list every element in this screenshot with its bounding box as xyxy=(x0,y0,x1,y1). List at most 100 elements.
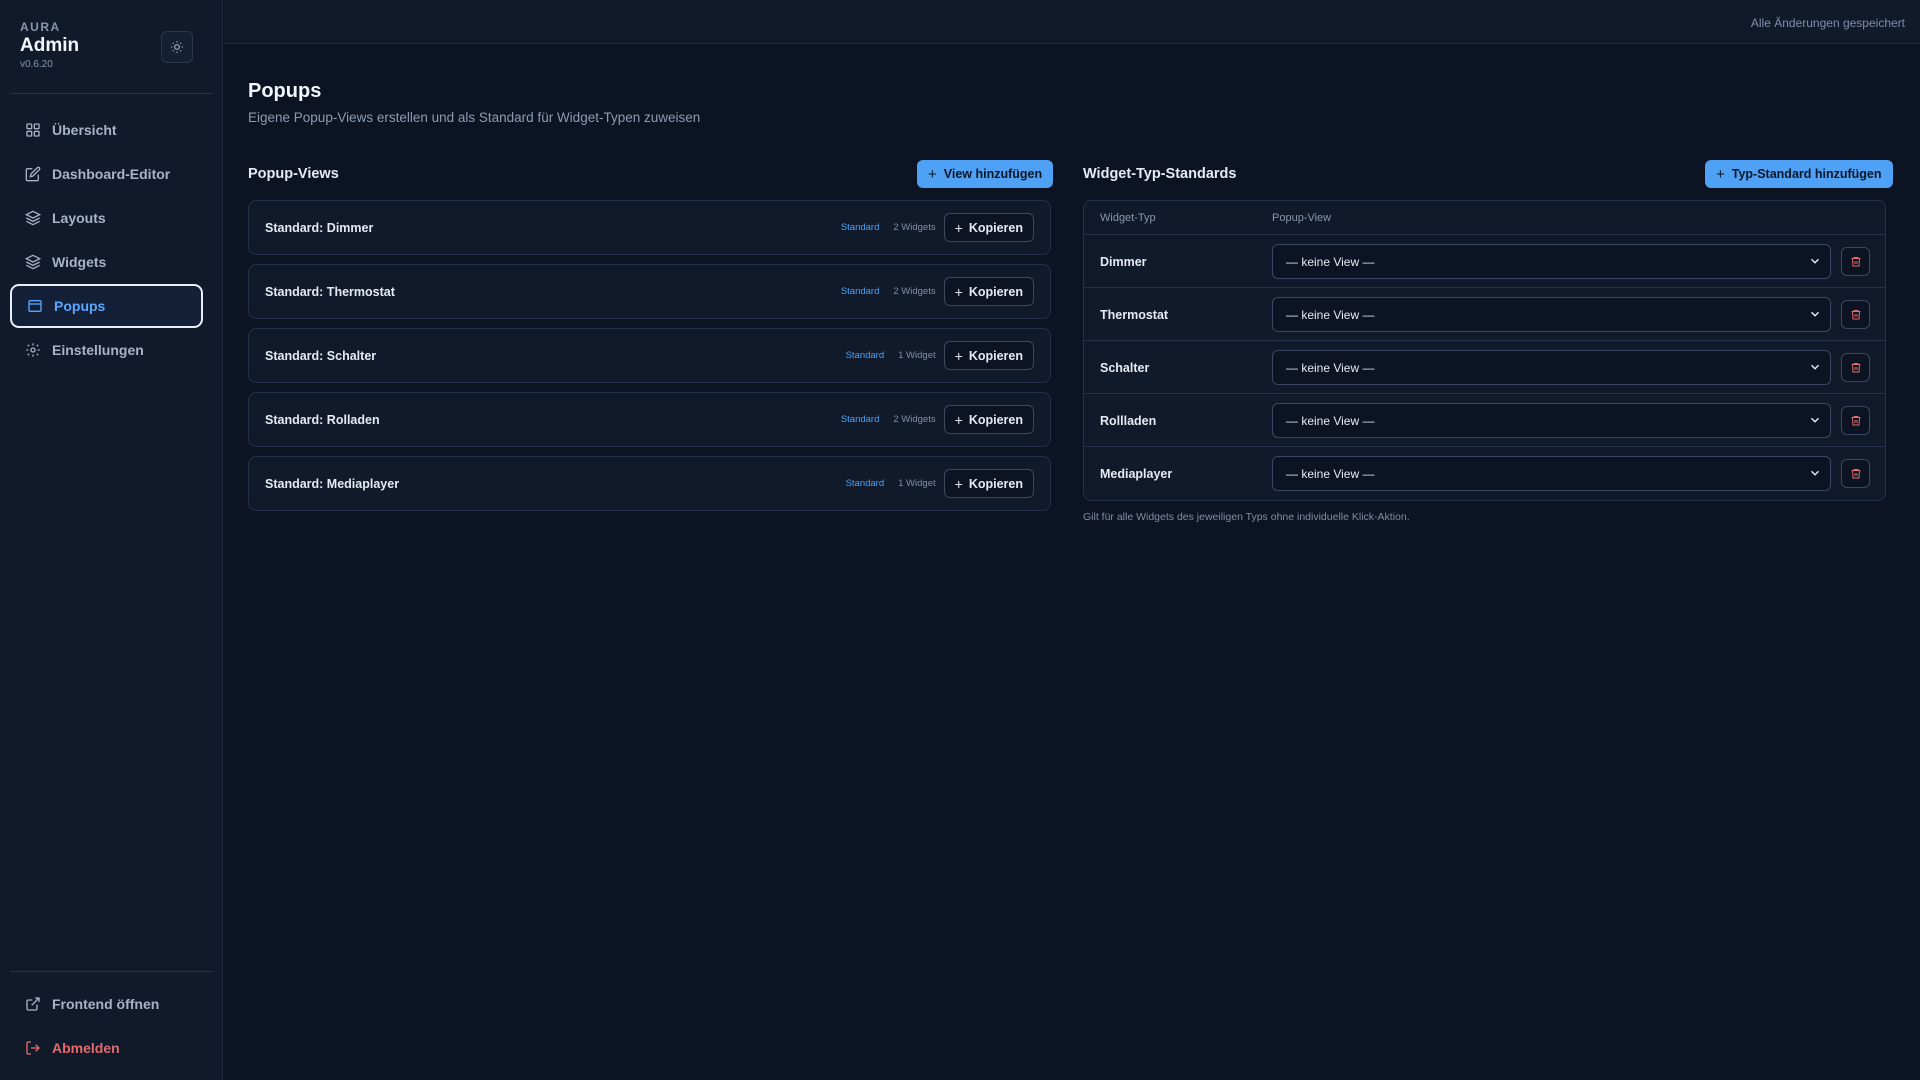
app-version: v0.6.20 xyxy=(20,59,53,70)
trash-icon xyxy=(1851,310,1860,320)
sun-icon xyxy=(171,41,183,53)
delete-button[interactable] xyxy=(1841,300,1870,329)
widget-type-standards-table: Widget-Typ Popup-View Dimmer — keine Vie… xyxy=(1083,200,1886,501)
add-view-button[interactable]: + View hinzufügen xyxy=(917,160,1054,188)
frontend-open-link[interactable]: Frontend öffnen xyxy=(10,982,203,1026)
add-type-standard-label: Typ-Standard hinzufügen xyxy=(1731,167,1882,181)
standard-badge: Standard xyxy=(845,478,885,489)
chevron-down-icon xyxy=(1810,417,1820,423)
sidebar-item-popups[interactable]: Popups xyxy=(10,284,203,328)
copy-button[interactable]: + Kopieren xyxy=(943,405,1034,434)
table-row: Schalter — keine View — xyxy=(1084,341,1885,394)
plus-icon: + xyxy=(954,347,963,364)
layers-icon xyxy=(24,253,42,271)
widget-type-cell: Rollladen xyxy=(1100,414,1157,428)
popup-view-card[interactable]: Standard: Schalter Standard 1 Widget + K… xyxy=(248,328,1051,383)
sidebar-item-label: Einstellungen xyxy=(52,342,144,358)
popup-view-select[interactable]: — keine View — xyxy=(1272,244,1831,279)
copy-button[interactable]: + Kopieren xyxy=(943,341,1034,370)
select-value: — keine View — xyxy=(1286,466,1375,481)
widget-type-standards-title: Widget-Typ-Standards xyxy=(1083,166,1237,182)
widget-type-cell: Schalter xyxy=(1100,361,1150,375)
widget-count: 1 Widget xyxy=(898,478,936,489)
page-title: Popups xyxy=(248,80,322,102)
sidebar-bottom-nav: Frontend öffnen Abmelden xyxy=(10,982,203,1070)
popup-view-list: Standard: Dimmer Standard 2 Widgets + Ko… xyxy=(248,200,1051,520)
select-value: — keine View — xyxy=(1286,254,1375,269)
widget-type-cell: Thermostat xyxy=(1100,308,1169,322)
trash-icon xyxy=(1851,363,1860,373)
popup-view-name: Standard: Mediaplayer xyxy=(265,476,400,491)
plus-icon: + xyxy=(954,283,963,300)
sidebar-item-dashboard-editor[interactable]: Dashboard-Editor xyxy=(10,152,203,196)
add-view-label: View hinzufügen xyxy=(943,167,1043,181)
copy-label: Kopieren xyxy=(968,348,1023,363)
widget-type-cell: Mediaplayer xyxy=(1100,467,1173,481)
copy-button[interactable]: + Kopieren xyxy=(943,469,1034,498)
plus-icon: + xyxy=(954,411,963,428)
sidebar-item-label: Dashboard-Editor xyxy=(52,166,171,182)
table-row: Dimmer — keine View — xyxy=(1084,235,1885,288)
sidebar-item-widgets[interactable]: Widgets xyxy=(10,240,203,284)
layers-icon xyxy=(24,209,42,227)
popup-view-select[interactable]: — keine View — xyxy=(1272,403,1831,438)
sidebar-item-einstellungen[interactable]: Einstellungen xyxy=(10,328,203,372)
select-value: — keine View — xyxy=(1286,360,1375,375)
theme-toggle-button[interactable] xyxy=(161,31,193,63)
sidebar-item-label: Übersicht xyxy=(52,122,117,138)
gear-icon xyxy=(24,341,42,359)
top-bar: Alle Änderungen gespeichert xyxy=(224,0,1920,44)
copy-button[interactable]: + Kopieren xyxy=(943,213,1034,242)
delete-button[interactable] xyxy=(1841,353,1870,382)
logout-icon xyxy=(24,1039,42,1057)
chevron-down-icon xyxy=(1810,470,1820,476)
popup-view-select[interactable]: — keine View — xyxy=(1272,297,1831,332)
plus-icon: + xyxy=(1716,165,1725,183)
page-subtitle: Eigene Popup-Views erstellen und als Sta… xyxy=(248,110,701,125)
logout-label: Abmelden xyxy=(52,1040,120,1056)
sidebar: AURA Admin v0.6.20 Übersicht Dashboard-E… xyxy=(0,0,223,1080)
table-row: Rollladen — keine View — xyxy=(1084,394,1885,447)
grid-icon xyxy=(24,121,42,139)
logout-button[interactable]: Abmelden xyxy=(10,1026,203,1070)
column-header-popup-view: Popup-View xyxy=(1272,212,1332,224)
sidebar-item-layouts[interactable]: Layouts xyxy=(10,196,203,240)
popup-view-select[interactable]: — keine View — xyxy=(1272,350,1831,385)
sidebar-divider xyxy=(10,93,213,94)
sidebar-item-uebersicht[interactable]: Übersicht xyxy=(10,108,203,152)
popup-view-name: Standard: Schalter xyxy=(265,348,377,363)
edit-icon xyxy=(24,165,42,183)
widget-count: 2 Widgets xyxy=(893,222,936,233)
delete-button[interactable] xyxy=(1841,247,1870,276)
brand-title: Admin xyxy=(20,35,80,56)
sidebar-item-label: Popups xyxy=(54,298,106,314)
standard-badge: Standard xyxy=(840,286,880,297)
sidebar-item-label: Widgets xyxy=(52,254,107,270)
external-link-icon xyxy=(24,995,42,1013)
frontend-open-label: Frontend öffnen xyxy=(52,996,160,1012)
standard-badge: Standard xyxy=(845,350,885,361)
sidebar-nav: Übersicht Dashboard-Editor Layouts Widge… xyxy=(10,108,203,372)
popup-view-card[interactable]: Standard: Rolladen Standard 2 Widgets + … xyxy=(248,392,1051,447)
copy-button[interactable]: + Kopieren xyxy=(943,277,1034,306)
plus-icon: + xyxy=(954,475,963,492)
add-type-standard-button[interactable]: + Typ-Standard hinzufügen xyxy=(1705,160,1893,188)
delete-button[interactable] xyxy=(1841,459,1870,488)
standard-badge: Standard xyxy=(840,222,880,233)
copy-label: Kopieren xyxy=(968,412,1023,427)
popup-view-card[interactable]: Standard: Thermostat Standard 2 Widgets … xyxy=(248,264,1051,319)
widget-type-cell: Dimmer xyxy=(1100,255,1147,269)
widget-count: 2 Widgets xyxy=(893,286,936,297)
delete-button[interactable] xyxy=(1841,406,1870,435)
copy-label: Kopieren xyxy=(968,284,1023,299)
widget-count: 2 Widgets xyxy=(893,414,936,425)
trash-icon xyxy=(1851,257,1860,267)
popup-view-card[interactable]: Standard: Mediaplayer Standard 1 Widget … xyxy=(248,456,1051,511)
popup-view-name: Standard: Rolladen xyxy=(265,412,380,427)
brand: AURA Admin v0.6.20 xyxy=(20,20,79,70)
popup-view-card[interactable]: Standard: Dimmer Standard 2 Widgets + Ko… xyxy=(248,200,1051,255)
popup-view-select[interactable]: — keine View — xyxy=(1272,456,1831,491)
trash-icon xyxy=(1851,416,1860,426)
sidebar-divider xyxy=(10,971,213,972)
column-header-widget-type: Widget-Typ xyxy=(1100,212,1156,224)
